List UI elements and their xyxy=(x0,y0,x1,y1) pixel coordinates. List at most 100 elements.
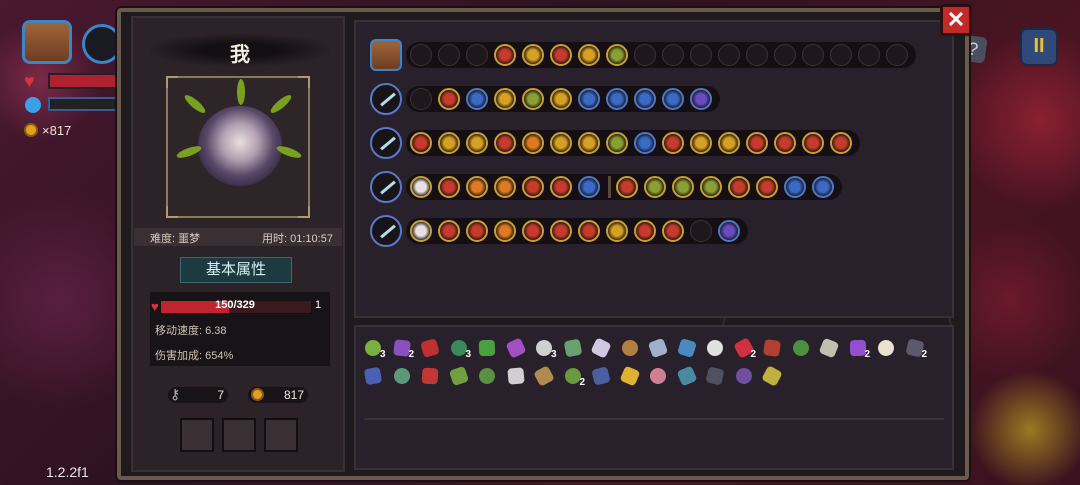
fire-staff-icon[interactable] xyxy=(370,215,402,247)
rune-slot-icon[interactable] xyxy=(700,176,722,198)
tentacle-icon[interactable] xyxy=(390,365,413,387)
rune-slot-icon[interactable] xyxy=(438,88,460,110)
rune-slot-icon[interactable] xyxy=(494,88,516,110)
empty-rune-slot[interactable] xyxy=(662,44,684,66)
empty-rune-slot[interactable] xyxy=(830,44,852,66)
frog-icon[interactable] xyxy=(476,365,498,387)
rune-slot-icon[interactable] xyxy=(522,176,544,198)
rune-slot-icon[interactable] xyxy=(438,176,460,198)
empty-rune-slot[interactable] xyxy=(690,220,712,242)
rune-slot-icon[interactable] xyxy=(690,132,712,154)
empty-rune-slot[interactable] xyxy=(886,44,908,66)
empty-rune-slot[interactable] xyxy=(858,44,880,66)
boot-icon[interactable] xyxy=(590,365,612,387)
empty-rune-slot[interactable] xyxy=(690,44,712,66)
purple-gem-icon[interactable] xyxy=(504,337,527,359)
rune-slot-icon[interactable] xyxy=(634,132,656,154)
cheese-icon[interactable] xyxy=(619,365,641,387)
empty-rune-slot[interactable] xyxy=(746,44,768,66)
rune-slot-icon[interactable] xyxy=(606,132,628,154)
chain-icon[interactable] xyxy=(761,365,783,387)
skull-icon[interactable] xyxy=(704,337,726,359)
pouch-icon[interactable] xyxy=(619,337,641,359)
rune-slot-icon[interactable] xyxy=(522,44,544,66)
hud-weapon-icon[interactable] xyxy=(82,24,122,64)
rune-slot-icon[interactable] xyxy=(466,176,488,198)
rune-slot-icon[interactable] xyxy=(410,176,432,198)
rune-slot-icon[interactable] xyxy=(606,44,628,66)
mirror-icon[interactable] xyxy=(676,365,698,387)
key-icon[interactable] xyxy=(647,337,669,359)
rune-slot-icon[interactable] xyxy=(662,220,684,242)
empty-rune-slot[interactable] xyxy=(438,44,460,66)
ghost-icon[interactable] xyxy=(590,337,612,359)
rune-slot-icon[interactable] xyxy=(578,176,600,198)
rune-slot-icon[interactable] xyxy=(634,220,656,242)
rune-slot-icon[interactable] xyxy=(494,132,516,154)
rune-slot-icon[interactable] xyxy=(578,88,600,110)
rune-slot-icon[interactable] xyxy=(746,132,768,154)
red-book-icon[interactable] xyxy=(419,337,441,359)
rune-slot-icon[interactable] xyxy=(550,88,572,110)
rune-slot-icon[interactable] xyxy=(522,132,544,154)
rune-slot-icon[interactable] xyxy=(494,44,516,66)
close-button[interactable]: ✕ xyxy=(940,4,972,36)
rune-slot-icon[interactable] xyxy=(606,220,628,242)
rune-slot-icon[interactable] xyxy=(812,176,834,198)
star-staff-icon[interactable] xyxy=(370,127,402,159)
equipment-slot-3[interactable] xyxy=(264,418,298,452)
rune-slot-icon[interactable] xyxy=(662,88,684,110)
rune-slot-icon[interactable] xyxy=(550,220,572,242)
rune-slot-icon[interactable] xyxy=(718,132,740,154)
rune-slot-icon[interactable] xyxy=(410,132,432,154)
pause-button[interactable]: II xyxy=(1020,28,1058,66)
rune-slot-icon[interactable] xyxy=(672,176,694,198)
empty-rune-slot[interactable] xyxy=(410,44,432,66)
rune-slot-icon[interactable] xyxy=(578,44,600,66)
rune-slot-icon[interactable] xyxy=(662,132,684,154)
rune-slot-icon[interactable] xyxy=(606,88,628,110)
empty-rune-slot[interactable] xyxy=(634,44,656,66)
herb-icon[interactable] xyxy=(448,365,470,387)
rune-slot-icon[interactable] xyxy=(802,132,824,154)
rune-slot-icon[interactable] xyxy=(466,88,488,110)
rune-slot-icon[interactable] xyxy=(634,88,656,110)
rune-slot-icon[interactable] xyxy=(550,44,572,66)
spine-icon[interactable] xyxy=(505,365,527,387)
empty-rune-slot[interactable] xyxy=(774,44,796,66)
pickaxe-icon[interactable] xyxy=(533,365,555,387)
rune-slot-icon[interactable] xyxy=(410,220,432,242)
dark-orb-icon[interactable] xyxy=(704,365,726,387)
brain-icon[interactable] xyxy=(647,365,669,387)
equipment-slot-2[interactable] xyxy=(222,418,256,452)
rune-slot-icon[interactable] xyxy=(438,220,460,242)
empty-rune-slot[interactable] xyxy=(410,88,432,110)
frost-staff-icon[interactable] xyxy=(370,171,402,203)
rune-slot-icon[interactable] xyxy=(728,176,750,198)
rune-slot-icon[interactable] xyxy=(784,176,806,198)
empty-rune-slot[interactable] xyxy=(466,44,488,66)
feather-icon[interactable] xyxy=(875,337,897,359)
serpent-icon[interactable] xyxy=(562,337,584,359)
vine-icon[interactable] xyxy=(790,337,812,359)
rune-slot-icon[interactable] xyxy=(718,220,740,242)
bone-icon[interactable] xyxy=(818,337,840,359)
equipment-slot-1[interactable] xyxy=(180,418,214,452)
rune-tablet-icon[interactable] xyxy=(761,337,783,359)
rune-slot-icon[interactable] xyxy=(438,132,460,154)
rune-slot-icon[interactable] xyxy=(774,132,796,154)
blue-rune-icon[interactable] xyxy=(362,365,384,387)
empty-rune-slot[interactable] xyxy=(802,44,824,66)
rune-slot-icon[interactable] xyxy=(756,176,778,198)
rose-icon[interactable] xyxy=(419,365,441,387)
rune-slot-icon[interactable] xyxy=(550,176,572,198)
rune-slot-icon[interactable] xyxy=(690,88,712,110)
rune-slot-icon[interactable] xyxy=(466,220,488,242)
rune-slot-icon[interactable] xyxy=(830,132,852,154)
rune-slot-icon[interactable] xyxy=(522,220,544,242)
rune-slot-icon[interactable] xyxy=(494,220,516,242)
treasure-chest-icon[interactable] xyxy=(370,39,402,71)
rune-slot-icon[interactable] xyxy=(644,176,666,198)
rune-slot-icon[interactable] xyxy=(550,132,572,154)
rune-slot-icon[interactable] xyxy=(616,176,638,198)
